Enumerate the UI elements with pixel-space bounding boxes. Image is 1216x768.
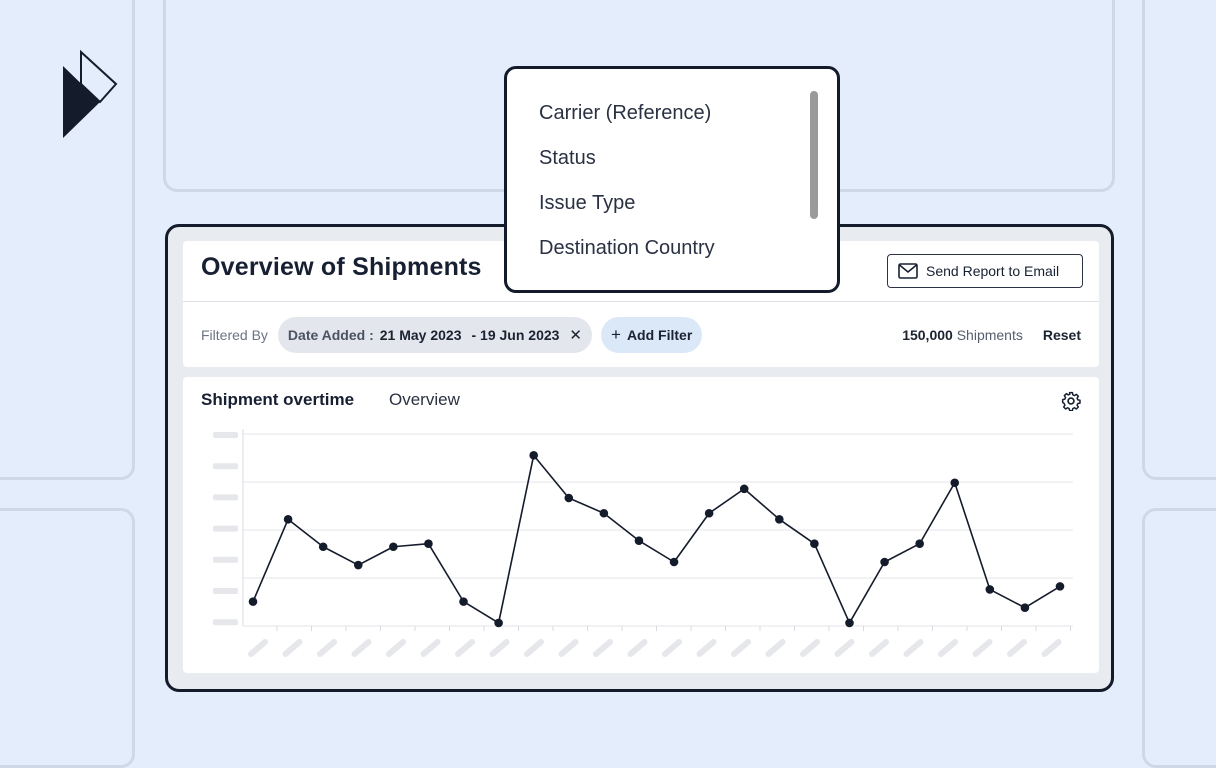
background-card [1142, 508, 1216, 768]
x-tick-label [731, 639, 751, 657]
x-tick-label [455, 639, 475, 657]
data-point [1020, 603, 1030, 613]
y-tick-label [213, 432, 238, 438]
x-tick-label [317, 639, 337, 657]
data-point [915, 539, 924, 549]
data-point [634, 536, 644, 545]
tab-shipment-overtime[interactable]: Shipment overtime [201, 390, 354, 410]
page-title: Overview of Shipments [201, 253, 482, 281]
x-tick-label [869, 639, 889, 657]
close-icon[interactable]: ✕ [569, 326, 582, 344]
y-tick-label [213, 619, 238, 626]
dropdown-item-carrier[interactable]: Carrier (Reference) [539, 102, 711, 125]
date-filter-field: Date Added : [287, 326, 374, 343]
data-point [529, 451, 538, 460]
background-card [0, 508, 135, 768]
tab-overview[interactable]: Overview [389, 390, 460, 410]
data-point [880, 557, 889, 567]
add-filter-button[interactable]: + Add Filter [601, 316, 703, 353]
x-tick-label [248, 639, 268, 657]
mail-icon [898, 263, 918, 279]
y-tick-label [213, 556, 238, 563]
gear-icon[interactable] [1061, 391, 1081, 411]
plus-icon: + [611, 324, 621, 344]
x-tick-label [558, 639, 579, 657]
dropdown-item-issue-type[interactable]: Issue Type [539, 192, 635, 215]
x-tick-label [696, 639, 717, 657]
y-tick-label [213, 525, 238, 532]
shipment-count-unit: Shipments [956, 326, 1023, 343]
data-point [775, 515, 784, 524]
filtered-by-label: Filtered By [201, 326, 268, 343]
data-point [459, 597, 468, 606]
data-point [389, 542, 398, 552]
x-tick-label [524, 639, 544, 657]
shipment-count: 150,000 Shipments [902, 327, 1023, 343]
x-tick-label [972, 639, 993, 657]
reset-button[interactable]: Reset [1043, 327, 1081, 343]
data-point [353, 560, 363, 570]
x-tick-label [1041, 639, 1062, 657]
y-tick-label [213, 588, 238, 594]
data-point [248, 597, 258, 606]
dropdown-scrollbar[interactable] [810, 91, 818, 219]
x-tick-label [351, 639, 372, 657]
shipment-count-number: 150,000 [902, 326, 953, 343]
x-tick-label [1007, 639, 1027, 657]
x-tick-label [903, 639, 924, 657]
data-point [564, 493, 574, 503]
date-filter-chip[interactable]: Date Added : 21 May 2023 - 19 Jun 2023 ✕ [277, 316, 592, 353]
date-filter-end: - 19 Jun 2023 [471, 326, 560, 343]
data-point [318, 542, 328, 552]
background-card [1142, 0, 1216, 480]
data-point [494, 618, 503, 628]
field-dropdown-menu: Carrier (Reference) Status Issue Type De… [504, 66, 840, 293]
x-tick-label [420, 639, 441, 657]
line-chart [213, 429, 1073, 657]
data-point [283, 515, 293, 524]
add-filter-label: Add Filter [626, 326, 693, 343]
x-tick-label [765, 639, 786, 657]
data-point [704, 508, 714, 518]
x-tick-label [593, 639, 613, 657]
brand-logo-icon [63, 49, 118, 138]
shipments-panel: Overview of Shipments Send Report to Ema… [165, 224, 1114, 692]
x-tick-label [489, 639, 510, 657]
data-point [669, 557, 679, 567]
data-point [1055, 582, 1065, 591]
data-point [950, 478, 960, 488]
send-report-button[interactable]: Send Report to Email [887, 254, 1083, 288]
dropdown-item-status[interactable]: Status [539, 147, 596, 170]
x-tick-label [282, 639, 303, 657]
x-tick-label [938, 639, 958, 657]
chart-card: Shipment overtime Overview [183, 377, 1099, 673]
date-filter-start: 21 May 2023 [379, 326, 462, 343]
x-tick-label [800, 639, 820, 657]
data-point [810, 539, 819, 549]
data-point [845, 618, 854, 628]
data-point [739, 484, 749, 494]
data-point [599, 508, 609, 518]
x-tick-label [386, 639, 406, 657]
data-point [424, 539, 433, 549]
y-tick-label [213, 463, 238, 470]
filter-row: Filtered By Date Added : 21 May 2023 - 1… [183, 302, 1099, 367]
send-report-label: Send Report to Email [926, 263, 1060, 279]
data-point [985, 585, 995, 594]
series-line [252, 454, 1061, 624]
x-tick-label [834, 639, 855, 657]
x-tick-label [627, 639, 648, 657]
dropdown-item-destination-country[interactable]: Destination Country [539, 237, 715, 260]
x-tick-label [662, 639, 682, 657]
y-tick-label [213, 494, 238, 501]
